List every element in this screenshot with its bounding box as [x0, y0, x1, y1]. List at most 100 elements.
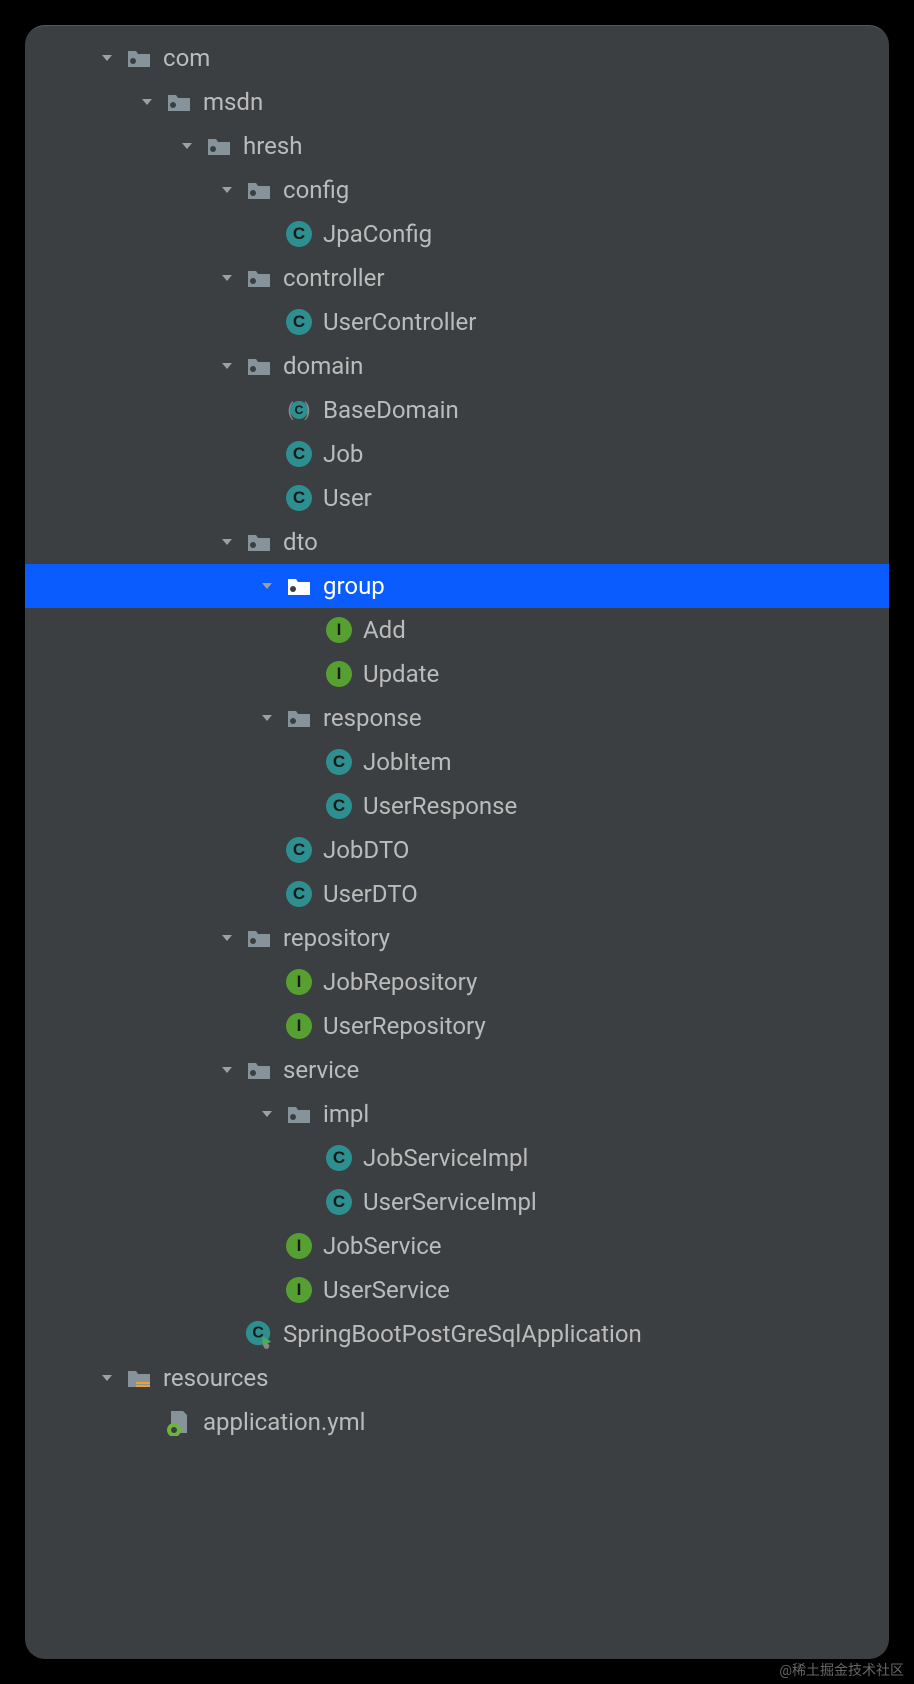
tree-row[interactable]: I UserService [25, 1268, 889, 1312]
svg-text:C: C [293, 884, 305, 903]
chevron-down-icon[interactable] [255, 706, 279, 730]
tree-row[interactable]: C User [25, 476, 889, 520]
chevron-down-icon[interactable] [215, 1058, 239, 1082]
tree-item-label: UserDTO [323, 880, 418, 908]
tree-item-label: Add [363, 616, 406, 644]
tree-item-label: application.yml [203, 1408, 366, 1436]
tree-row[interactable]: service [25, 1048, 889, 1092]
project-tree-panel: commsdnhreshconfigCJpaConfigcontrollerCU… [25, 25, 889, 1659]
tree-row[interactable]: I Add [25, 608, 889, 652]
class-icon: C [285, 308, 313, 336]
tree-row[interactable]: CJpaConfig [25, 212, 889, 256]
interface-icon: I [325, 616, 353, 644]
tree-row[interactable]: CUserResponse [25, 784, 889, 828]
interface-icon: I [285, 1276, 313, 1304]
yaml-file-icon [165, 1408, 193, 1436]
chevron-down-icon[interactable] [175, 134, 199, 158]
tree-item-label: hresh [243, 132, 302, 160]
tree-row[interactable]: IJobRepository [25, 960, 889, 1004]
svg-text:C: C [295, 403, 304, 417]
tree-row[interactable]: group [25, 564, 889, 608]
tree-item-label: dto [283, 528, 318, 556]
svg-text:): ) [304, 400, 310, 421]
chevron-down-icon[interactable] [215, 354, 239, 378]
tree-row[interactable]: resources [25, 1356, 889, 1400]
tree-item-label: config [283, 176, 349, 204]
interface-icon: I [285, 968, 313, 996]
folder-icon [205, 132, 233, 160]
tree-row[interactable]: application.yml [25, 1400, 889, 1444]
tree-item-label: com [163, 44, 210, 72]
tree-item-label: User [323, 484, 372, 512]
tree-item-label: JobItem [363, 748, 452, 776]
tree-row[interactable]: CJobServiceImpl [25, 1136, 889, 1180]
class-icon: C [285, 836, 313, 864]
tree-row[interactable]: repository [25, 916, 889, 960]
svg-text:I: I [337, 664, 342, 683]
tree-row[interactable]: config [25, 168, 889, 212]
chevron-down-icon[interactable] [215, 266, 239, 290]
tree-row[interactable]: C SpringBootPostGreSqlApplication [25, 1312, 889, 1356]
tree-item-label: UserController [323, 308, 476, 336]
tree-row[interactable]: impl [25, 1092, 889, 1136]
folder-icon [245, 924, 273, 952]
tree-item-label: UserRepository [323, 1012, 486, 1040]
chevron-down-icon[interactable] [95, 1366, 119, 1390]
tree-item-label: Job [323, 440, 363, 468]
tree-row[interactable]: controller [25, 256, 889, 300]
chevron-down-icon[interactable] [255, 1102, 279, 1126]
tree-row[interactable]: IUpdate [25, 652, 889, 696]
tree-row[interactable]: CUserServiceImpl [25, 1180, 889, 1224]
tree-item-label: BaseDomain [323, 396, 459, 424]
tree-row[interactable]: domain [25, 344, 889, 388]
interface-icon: I [325, 660, 353, 688]
chevron-down-icon[interactable] [215, 178, 239, 202]
folder-icon [245, 176, 273, 204]
tree-row[interactable]: response [25, 696, 889, 740]
svg-text:I: I [297, 1236, 302, 1255]
tree-row[interactable]: I JobService [25, 1224, 889, 1268]
folder-icon [165, 88, 193, 116]
folder-icon [285, 1100, 313, 1128]
svg-text:C: C [333, 1192, 345, 1211]
tree-row[interactable]: CJob [25, 432, 889, 476]
svg-text:C: C [333, 752, 345, 771]
tree-row[interactable]: IUserRepository [25, 1004, 889, 1048]
folder-icon [285, 572, 313, 600]
chevron-down-icon[interactable] [135, 90, 159, 114]
chevron-down-icon[interactable] [255, 574, 279, 598]
chevron-down-icon[interactable] [215, 926, 239, 950]
tree-row[interactable]: hresh [25, 124, 889, 168]
folder-icon [245, 264, 273, 292]
tree-item-label: repository [283, 924, 390, 952]
tree-row[interactable]: (C)BaseDomain [25, 388, 889, 432]
tree-row[interactable]: com [25, 36, 889, 80]
folder-icon [245, 1056, 273, 1084]
class-icon: C [325, 1144, 353, 1172]
chevron-down-icon[interactable] [95, 46, 119, 70]
folder-icon [125, 44, 153, 72]
tree-row[interactable]: C UserController [25, 300, 889, 344]
project-tree: commsdnhreshconfigCJpaConfigcontrollerCU… [25, 36, 889, 1444]
svg-text:I: I [297, 972, 302, 991]
tree-item-label: response [323, 704, 422, 732]
tree-item-label: impl [323, 1100, 369, 1128]
svg-text:I: I [297, 1280, 302, 1299]
tree-item-label: SpringBootPostGreSqlApplication [283, 1320, 642, 1348]
tree-row[interactable]: CJobDTO [25, 828, 889, 872]
tree-row[interactable]: msdn [25, 80, 889, 124]
svg-text:C: C [293, 224, 305, 243]
svg-text:C: C [293, 840, 305, 859]
tree-item-label: service [283, 1056, 359, 1084]
tree-row[interactable]: C UserDTO [25, 872, 889, 916]
tree-item-label: UserService [323, 1276, 450, 1304]
tree-item-label: JobService [323, 1232, 441, 1260]
watermark: @稀土掘金技术社区 [779, 1660, 904, 1680]
tree-row[interactable]: C JobItem [25, 740, 889, 784]
class-icon: C [285, 484, 313, 512]
svg-text:C: C [293, 488, 305, 507]
tree-item-label: controller [283, 264, 384, 292]
svg-text:C: C [252, 1325, 264, 1342]
chevron-down-icon[interactable] [215, 530, 239, 554]
tree-row[interactable]: dto [25, 520, 889, 564]
